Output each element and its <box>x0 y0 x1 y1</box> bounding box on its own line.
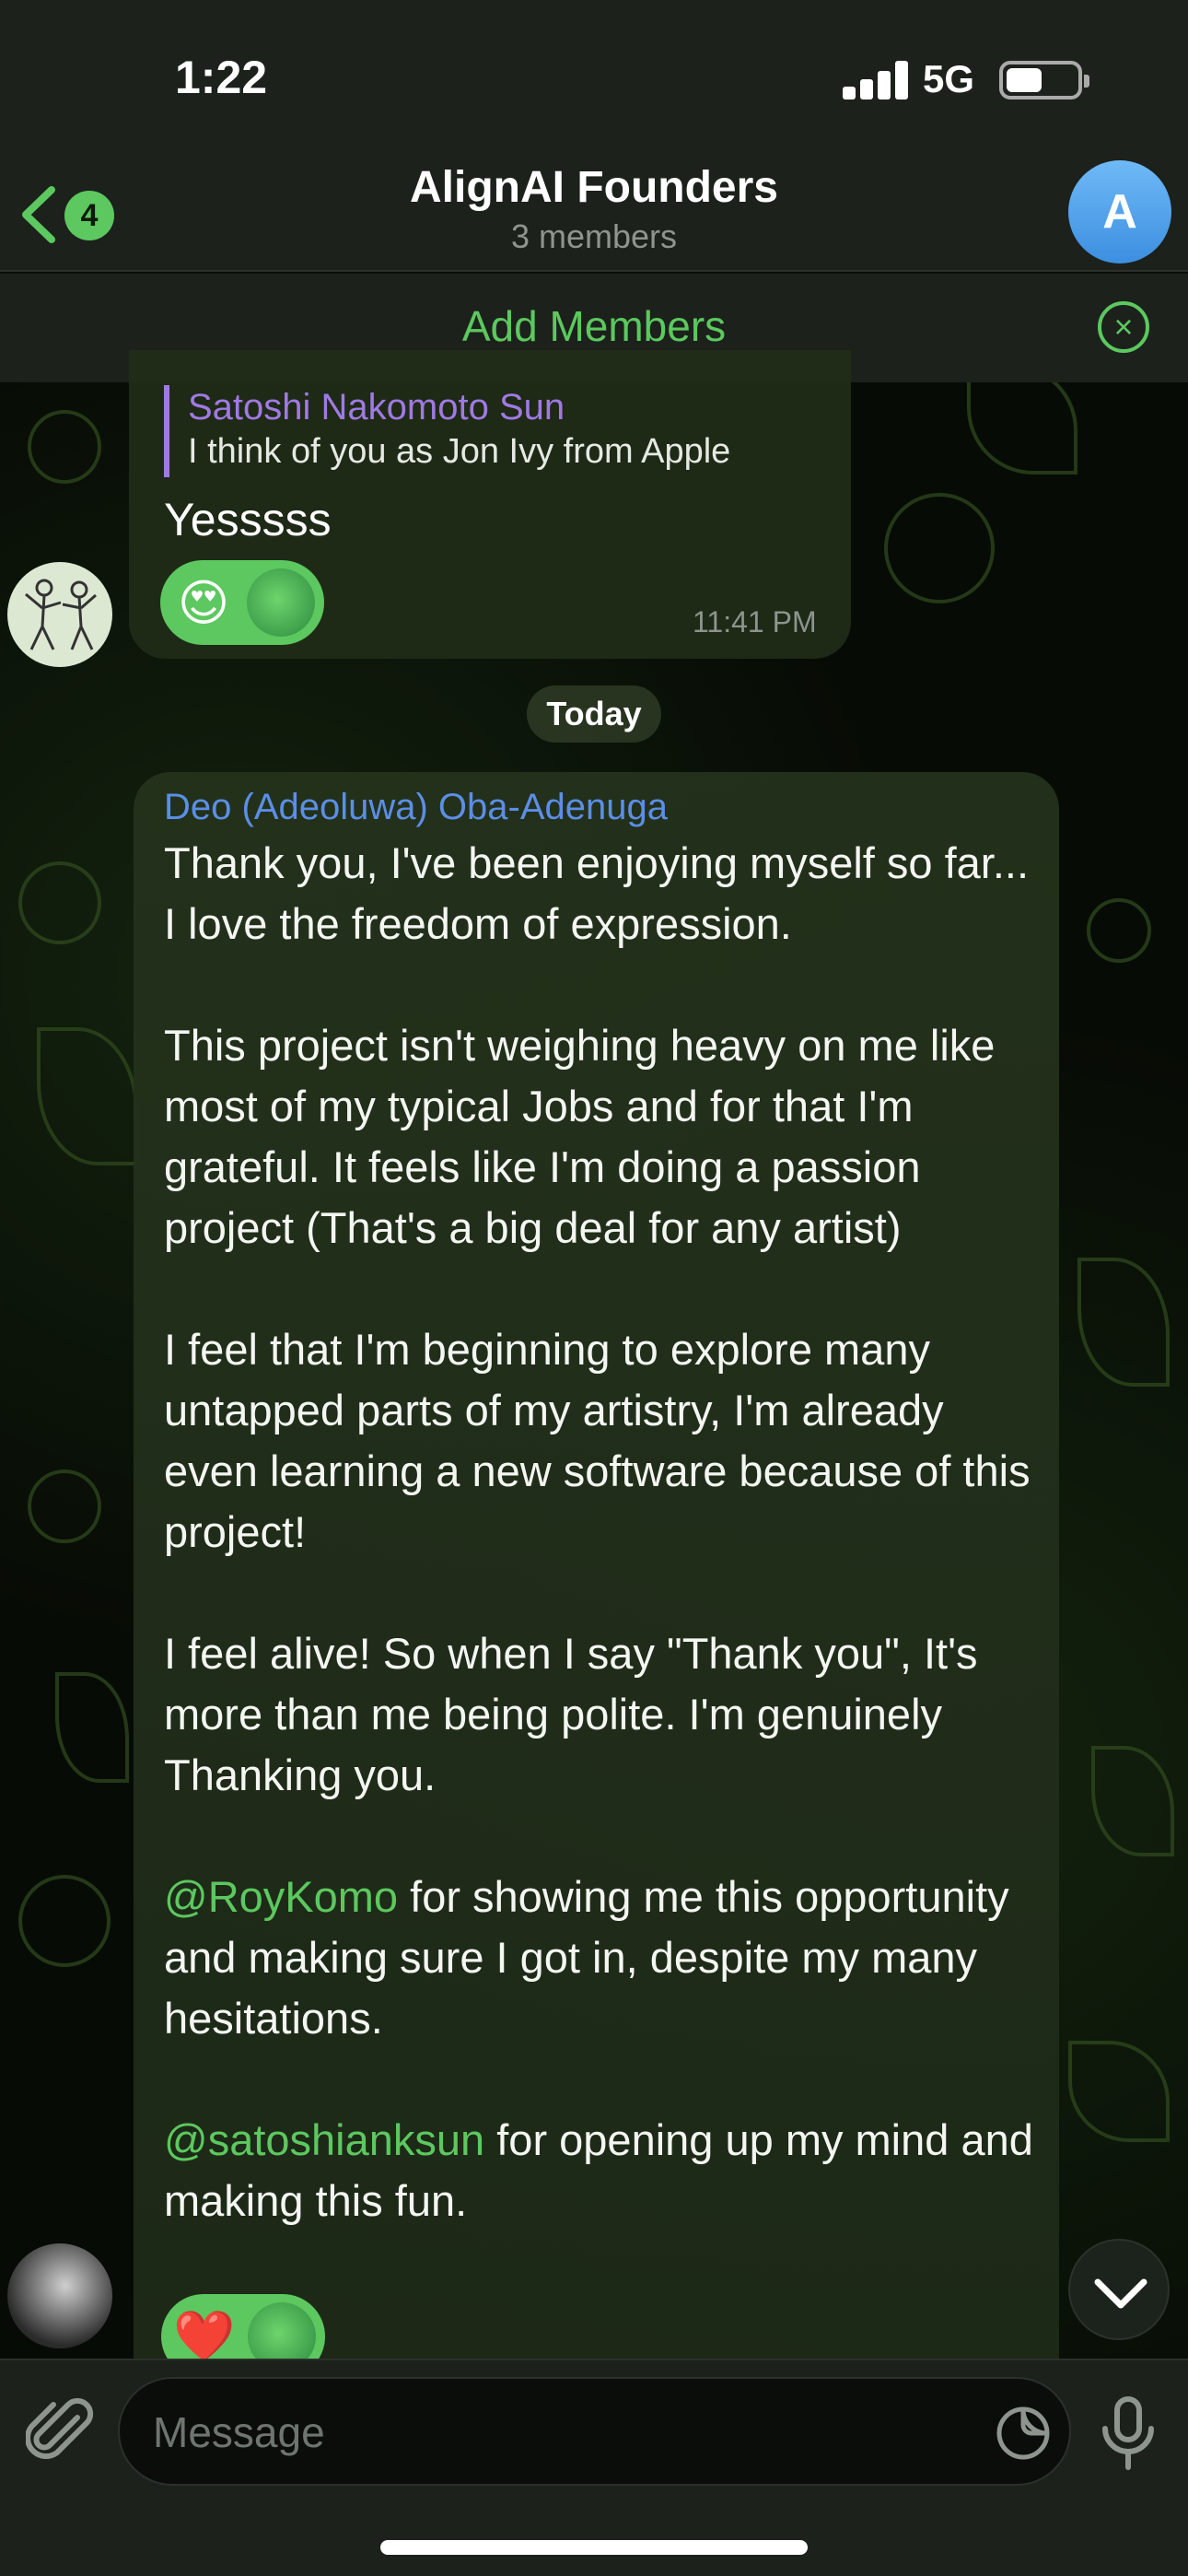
microphone-icon <box>1102 2396 1154 2470</box>
paperclip-icon <box>25 2397 94 2459</box>
message-time: 11:41 PM <box>693 605 817 638</box>
message-paragraph: Thank you, I've been enjoying myself so … <box>164 838 1030 948</box>
mention-link[interactable]: @satoshianksun <box>164 2115 484 2164</box>
group-avatar[interactable]: A <box>1068 160 1171 263</box>
close-icon[interactable]: × <box>1098 301 1149 353</box>
message-bubble[interactable]: Satoshi Nakomoto Sun I think of you as J… <box>129 350 851 659</box>
message-paragraph: I feel that I'm beginning to explore man… <box>164 1325 1031 1556</box>
sender-name[interactable]: Deo (Adeoluwa) Oba-Adenuga <box>164 787 668 828</box>
wallpaper-doodle <box>18 861 101 944</box>
wallpaper-doodle <box>28 1469 101 1543</box>
message-input[interactable] <box>153 2405 890 2460</box>
microphone-button[interactable] <box>1096 2394 1160 2473</box>
message-text: Yesssss <box>164 494 332 545</box>
sticker-icon[interactable] <box>995 2405 1052 2462</box>
wallpaper-doodle <box>1068 2041 1170 2142</box>
message-paragraph: @satoshianksun for opening up my mind an… <box>164 2110 1039 2231</box>
chat-header: 4 AlignAI Founders 3 members A <box>0 157 1188 272</box>
reply-text: I think of you as Jon Ivy from Apple <box>188 432 731 471</box>
wallpaper-doodle <box>28 410 101 484</box>
wallpaper-doodle <box>967 382 1077 474</box>
wallpaper-doodle <box>1077 1258 1170 1387</box>
add-members-button[interactable]: Add Members <box>0 301 1188 351</box>
wallpaper-doodle <box>1091 1746 1174 1856</box>
message-paragraph: This project isn't weighing heavy on me … <box>164 1021 996 1252</box>
wallpaper-doodle <box>55 1672 129 1783</box>
message-paragraph: I feel alive! So when I say "Thank you",… <box>164 1629 978 1799</box>
message-bubble[interactable]: Deo (Adeoluwa) Oba-Adenuga Thank you, I'… <box>134 772 1059 2379</box>
wallpaper-doodle <box>1087 898 1151 963</box>
status-time: 1:22 <box>175 52 268 103</box>
battery-icon <box>999 61 1089 100</box>
date-divider: Today <box>527 685 661 743</box>
member-count: 3 members <box>510 217 678 255</box>
wallpaper-doodle <box>18 1875 111 1967</box>
status-bar: 1:22 5G <box>0 0 1188 157</box>
sender-avatar[interactable] <box>7 562 112 667</box>
network-type: 5G <box>923 57 975 100</box>
chat-title[interactable]: AlignAI Founders <box>0 162 1188 213</box>
message-text: Thank you, I've been enjoying myself so … <box>164 833 1039 2292</box>
wallpaper-doodle <box>884 493 995 603</box>
dancing-figures-icon <box>25 579 97 650</box>
scroll-down-button[interactable] <box>1068 2239 1170 2340</box>
mention-link[interactable]: @RoyKomo <box>164 1872 398 1921</box>
wallpaper-doodle <box>37 1027 138 1165</box>
reply-quote[interactable]: Satoshi Nakomoto Sun I think of you as J… <box>164 385 809 477</box>
attach-button[interactable] <box>25 2395 96 2469</box>
reaction-pepe-icon[interactable] <box>247 568 315 637</box>
message-paragraph: @RoyKomo for showing me this opportunity… <box>164 1867 1039 2049</box>
message-field[interactable] <box>118 2377 1071 2486</box>
reaction-heart-eyes[interactable]: 😍 <box>169 568 238 637</box>
home-indicator <box>380 2540 808 2555</box>
cellular-signal-icon <box>843 61 908 100</box>
reply-sender-name: Satoshi Nakomoto Sun <box>188 387 565 427</box>
reactions[interactable]: 😍 <box>160 560 324 645</box>
chevron-down-icon <box>1094 2278 1147 2309</box>
sender-avatar[interactable] <box>7 2243 112 2348</box>
message-input-bar <box>0 2359 1188 2576</box>
